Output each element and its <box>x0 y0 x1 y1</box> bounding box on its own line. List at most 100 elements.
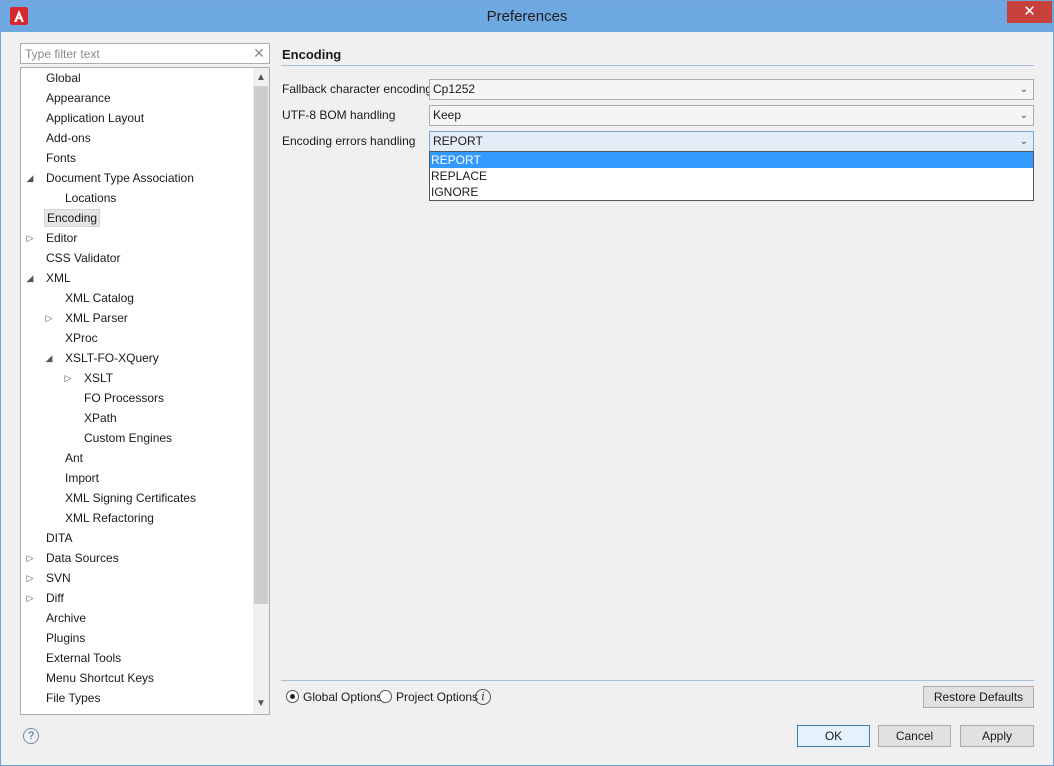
tree-item[interactable]: Plugins <box>21 629 253 647</box>
tree-item-label: FO Processors <box>84 391 165 405</box>
tree-item-label: External Tools <box>46 651 122 665</box>
tree-item[interactable]: XML Signing Certificates <box>21 489 253 507</box>
collapse-arrow-icon[interactable]: ◢ <box>44 349 54 367</box>
help-icon[interactable]: ? <box>23 728 39 744</box>
tree-item-label: DITA <box>46 531 73 545</box>
expand-arrow-icon[interactable]: ▷ <box>25 229 35 247</box>
expand-arrow-icon[interactable]: ▷ <box>25 569 35 587</box>
bom-handling-label: UTF-8 BOM handling <box>282 108 396 122</box>
chevron-down-icon: ⌄ <box>1019 110 1028 121</box>
scroll-up-icon[interactable]: ▲ <box>253 70 269 86</box>
tree-item-label: XML Catalog <box>65 291 134 305</box>
tree-item-label: Import <box>65 471 100 485</box>
tree-item-label: Encoding <box>44 209 101 227</box>
tree-item[interactable]: CSS Validator <box>21 249 253 267</box>
tree-item-label: XML Refactoring <box>65 511 154 525</box>
tree-item[interactable]: Add-ons <box>21 129 253 147</box>
tree-scrollbar[interactable]: ▲ ▼ <box>253 68 269 714</box>
tree-item[interactable]: Custom Engines <box>21 429 253 447</box>
tree-item[interactable]: FO Processors <box>21 389 253 407</box>
preferences-tree: Global Appearance Application Layout Add-on… <box>20 67 270 715</box>
tree-item-label: Locations <box>65 191 117 205</box>
expand-arrow-icon[interactable]: ▷ <box>25 589 35 607</box>
collapse-arrow-icon[interactable]: ◢ <box>25 269 35 287</box>
bottom-divider <box>281 680 1034 681</box>
restore-defaults-button[interactable]: Restore Defaults <box>923 686 1034 708</box>
title-bar: Preferences ✕ <box>1 1 1053 32</box>
tree-item-label: XSLT <box>84 371 114 385</box>
apply-button[interactable]: Apply <box>960 725 1034 747</box>
tree-item-label: XML Signing Certificates <box>65 491 196 505</box>
dropdown-option-replace[interactable]: REPLACE <box>430 168 1033 184</box>
tree-item[interactable]: Menu Shortcut Keys <box>21 669 253 687</box>
tree-item[interactable]: ▷ Editor <box>21 229 253 247</box>
tree-item[interactable]: ▷ XML Parser <box>21 309 253 327</box>
close-button[interactable]: ✕ <box>1007 1 1052 23</box>
info-icon[interactable]: i <box>475 689 491 705</box>
tree-item[interactable]: File Types <box>21 689 253 707</box>
collapse-arrow-icon[interactable]: ◢ <box>25 169 35 187</box>
tree-item-label: XSLT-FO-XQuery <box>65 351 159 365</box>
bom-handling-value: Keep <box>433 108 462 122</box>
chevron-down-icon: ⌄ <box>1019 136 1028 147</box>
tree-item[interactable]: ▷ Data Sources <box>21 549 253 567</box>
tree-item[interactable]: Appearance <box>21 89 253 107</box>
tree-item[interactable]: External Tools <box>21 649 253 667</box>
tree-item[interactable]: Ant <box>21 449 253 467</box>
fallback-encoding-combo[interactable]: Cp1252 ⌄ <box>429 79 1034 100</box>
filter-input[interactable] <box>23 45 247 62</box>
tree-item[interactable]: XML Catalog <box>21 289 253 307</box>
tree-item[interactable]: XPath <box>21 409 253 427</box>
tree-item[interactable]: ▷ XSLT <box>21 369 253 387</box>
scroll-thumb[interactable] <box>254 86 268 604</box>
tree-item-label: Fonts <box>46 151 77 165</box>
tree-item-label: XProc <box>65 331 98 345</box>
tree-item[interactable]: ▷ Diff <box>21 589 253 607</box>
errors-handling-value: REPORT <box>433 134 483 148</box>
tree-item[interactable]: XML Refactoring <box>21 509 253 527</box>
expand-arrow-icon[interactable]: ▷ <box>44 309 54 327</box>
tree-item-label: Application Layout <box>46 111 145 125</box>
clear-filter-icon[interactable]: ✕ <box>252 45 266 62</box>
tree-item[interactable]: Encoding <box>21 209 253 227</box>
window-title: Preferences <box>486 8 568 25</box>
tree-item[interactable]: ◢ XSLT-FO-XQuery <box>21 349 253 367</box>
fallback-encoding-label: Fallback character encoding <box>282 82 433 96</box>
expand-arrow-icon[interactable]: ▷ <box>63 369 73 387</box>
bom-handling-combo[interactable]: Keep ⌄ <box>429 105 1034 126</box>
dropdown-option-report[interactable]: REPORT <box>430 152 1033 168</box>
tree-item[interactable]: DITA <box>21 529 253 547</box>
tree-item[interactable]: Global <box>21 69 253 87</box>
tree-item-label: Custom Engines <box>84 431 173 445</box>
chevron-down-icon: ⌄ <box>1019 84 1028 95</box>
tree-item-label: XML Parser <box>65 311 128 325</box>
errors-handling-dropdown: REPORT REPLACE IGNORE <box>429 151 1034 201</box>
tree-item[interactable]: Import <box>21 469 253 487</box>
tree-item[interactable]: Fonts <box>21 149 253 167</box>
tree-item-label: Ant <box>65 451 84 465</box>
tree-item[interactable]: Archive <box>21 609 253 627</box>
dropdown-option-ignore[interactable]: IGNORE <box>430 184 1033 200</box>
ok-button[interactable]: OK <box>797 725 870 747</box>
tree-item-label: Add-ons <box>46 131 91 145</box>
scroll-down-icon[interactable]: ▼ <box>253 696 269 712</box>
tree-item-label: Global <box>46 71 81 85</box>
tree-item[interactable]: ▷ SVN <box>21 569 253 587</box>
radio-button[interactable] <box>286 690 299 703</box>
global-options-label: Global Options <box>303 690 383 704</box>
radio-button[interactable] <box>379 690 392 703</box>
tree-item-label: Archive <box>46 611 87 625</box>
tree-item[interactable]: ◢ Document Type Association <box>21 169 253 187</box>
tree-item[interactable]: Application Layout <box>21 109 253 127</box>
tree-item[interactable]: Locations <box>21 189 253 207</box>
tree-item[interactable]: ◢ XML <box>21 269 253 287</box>
errors-handling-combo[interactable]: REPORT ⌄ <box>429 131 1034 152</box>
cancel-button[interactable]: Cancel <box>878 725 951 747</box>
tree-item-label: XML <box>46 271 71 285</box>
project-options-label: Project Options <box>396 690 479 704</box>
tree-item-label: Editor <box>46 231 78 245</box>
tree-item[interactable]: XProc <box>21 329 253 347</box>
title-divider <box>281 65 1034 66</box>
tree-item-label: Appearance <box>46 91 111 105</box>
expand-arrow-icon[interactable]: ▷ <box>25 549 35 567</box>
